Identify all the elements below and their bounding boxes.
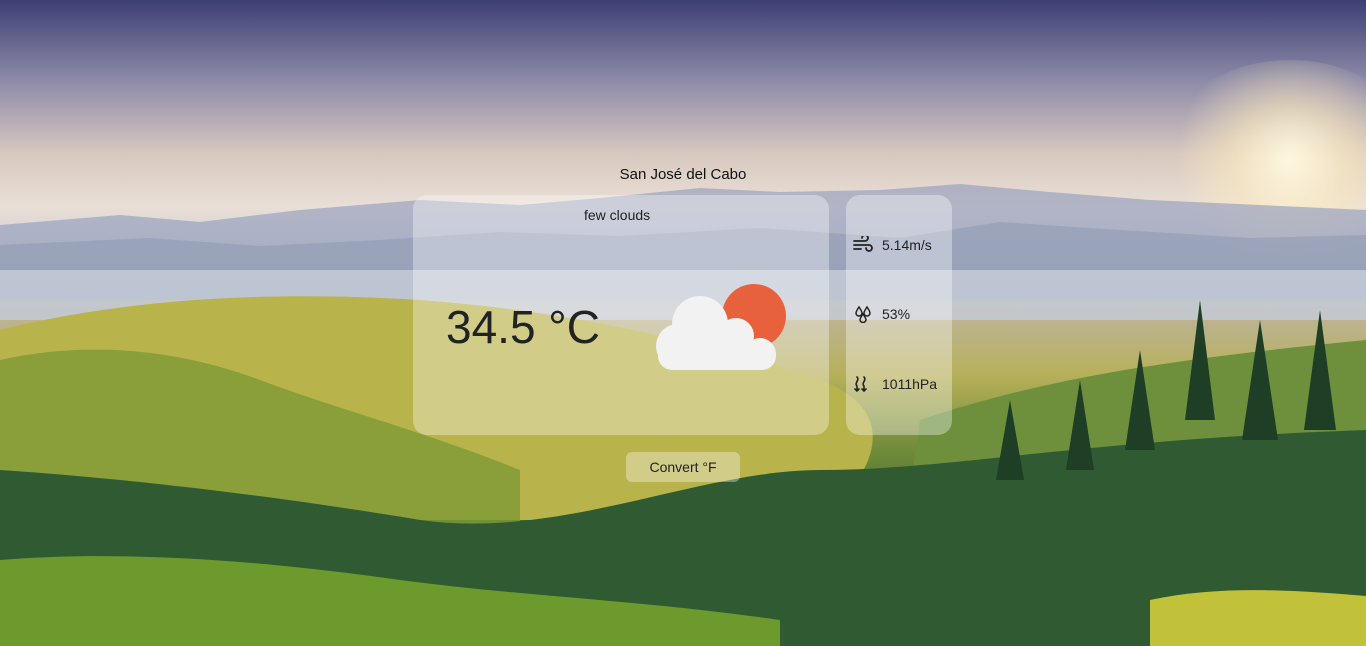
humidity-value: 53% [882,306,911,322]
temperature-value: 34.5 °C [446,301,600,353]
humidity-stat: 53% [852,303,910,325]
pressure-icon [852,375,874,393]
wind-icon [852,234,874,254]
pressure-value: 1011hPa [882,376,938,392]
wind-value: 5.14m/s [882,237,932,253]
weather-description: few clouds [584,207,651,223]
pressure-stat: 1011hPa [852,373,937,395]
city-name: San José del Cabo [619,166,747,183]
wind-stat: 5.14m/s [852,234,932,256]
partly-cloudy-sun-icon [650,280,790,376]
convert-fahrenheit-button[interactable]: Convert °F [626,452,740,482]
humidity-icon [852,305,874,324]
